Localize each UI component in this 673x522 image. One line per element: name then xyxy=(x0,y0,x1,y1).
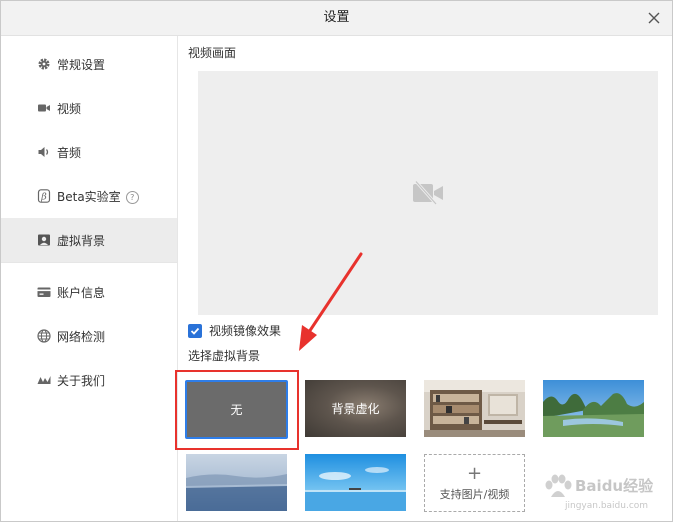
sidebar-item-label: 视频 xyxy=(57,101,82,116)
settings-sidebar: 常规设置 视频 音频 β Beta实验室 ? 虚拟背景 账户信息 网络检测 关于… xyxy=(1,36,178,521)
sidebar-item-about[interactable]: 关于我们 xyxy=(1,358,177,402)
video-section-label: 视频画面 xyxy=(188,46,237,60)
video-camera-icon xyxy=(37,101,51,115)
sidebar-item-general[interactable]: 常规设置 xyxy=(1,42,177,86)
close-button[interactable] xyxy=(642,6,666,30)
background-blur[interactable]: 背景虚化 xyxy=(305,380,406,437)
gear-icon xyxy=(37,57,51,71)
svg-text:β: β xyxy=(40,192,47,203)
mountains-image xyxy=(543,380,644,437)
sidebar-item-label: Beta实验室 xyxy=(57,189,121,204)
sidebar-item-beta[interactable]: β Beta实验室? xyxy=(1,174,177,218)
camera-off-icon xyxy=(413,181,443,205)
portrait-icon xyxy=(37,233,51,247)
globe-icon xyxy=(37,329,51,343)
sidebar-item-network[interactable]: 网络检测 xyxy=(1,314,177,358)
card-icon xyxy=(37,285,51,299)
background-mountains[interactable] xyxy=(543,380,644,437)
sidebar-item-account[interactable]: 账户信息 xyxy=(1,270,177,314)
background-none-label: 无 xyxy=(230,403,243,417)
sidebar-item-label: 网络检测 xyxy=(57,329,106,344)
settings-window: 设置 常规设置 视频 音频 β Beta实验室 ? 虚拟背景 账户信息 网络检测… xyxy=(0,0,673,522)
bookshelf-image xyxy=(424,380,525,437)
window-title: 设置 xyxy=(323,10,350,25)
add-background-label: 支持图片/视频 xyxy=(439,487,510,501)
add-background-button[interactable]: + 支持图片/视频 xyxy=(424,454,525,512)
watermark-title: Baidu经验 xyxy=(575,477,654,495)
ocean-image xyxy=(305,454,406,511)
watermark-url: jingyan.baidu.com xyxy=(565,501,649,511)
background-section-label: 选择虚拟背景 xyxy=(188,349,261,363)
help-circle-icon[interactable]: ? xyxy=(125,190,139,204)
sidebar-item-label: 音频 xyxy=(57,145,82,160)
sidebar-item-virtual-background[interactable]: 虚拟背景 xyxy=(1,218,177,262)
paw-logo-icon xyxy=(545,474,572,497)
background-bookshelf[interactable] xyxy=(424,380,525,437)
sidebar-item-audio[interactable]: 音频 xyxy=(1,130,177,174)
plus-icon: + xyxy=(466,462,483,484)
close-icon xyxy=(648,12,660,24)
title-bar: 设置 xyxy=(1,1,672,36)
annotation-arrow-icon xyxy=(299,252,363,351)
background-blur-label: 背景虚化 xyxy=(331,402,380,416)
sidebar-item-label: 常规设置 xyxy=(57,57,106,72)
logo-icon xyxy=(37,373,51,387)
watermark: Baidu经验 jingyan.baidu.com xyxy=(535,471,669,517)
speaker-icon xyxy=(37,145,51,159)
sidebar-divider xyxy=(1,262,177,263)
mirror-checkbox[interactable] xyxy=(188,323,202,338)
check-icon xyxy=(190,327,200,335)
mirror-label: 视频镜像效果 xyxy=(209,324,282,338)
mirror-toggle[interactable]: 视频镜像效果 xyxy=(188,322,281,339)
sidebar-item-label: 虚拟背景 xyxy=(57,233,106,248)
sidebar-item-label: 关于我们 xyxy=(57,373,106,388)
background-none[interactable]: 无 xyxy=(185,380,288,439)
background-sea-fog[interactable] xyxy=(186,454,287,511)
background-ocean[interactable] xyxy=(305,454,406,511)
sidebar-item-video[interactable]: 视频 xyxy=(1,86,177,130)
sidebar-item-label: 账户信息 xyxy=(57,285,106,300)
beta-icon: β xyxy=(37,189,51,203)
sea-fog-image xyxy=(186,454,287,511)
video-preview xyxy=(198,71,658,315)
